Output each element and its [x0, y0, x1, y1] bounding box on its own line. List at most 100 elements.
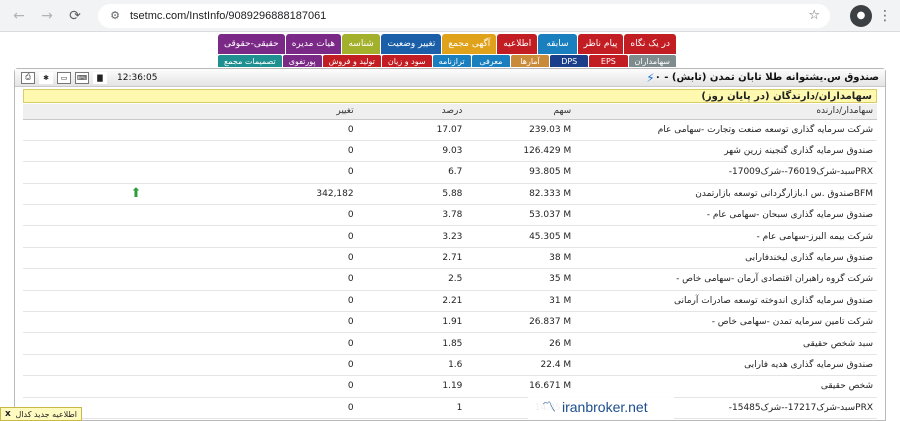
clock-time: 12:36:05 — [117, 72, 158, 83]
address-bar[interactable]: ⚙ tsetmc.com/InstInfo/9089296888187061 ☆ — [98, 3, 830, 28]
table-row[interactable]: 0 6.7 93.805 M PRXسبد-شرک76019--شرک17009- — [23, 161, 877, 184]
table-row[interactable]: 0 2.21 31 M صندوق سرمایه گذاری اندوخته توسع… — [23, 290, 877, 313]
table-row[interactable]: 0 1.85 26 M سبد شخص حقیقی — [23, 332, 877, 355]
cell-change: 0 — [248, 290, 358, 313]
tab-tabs_bottom-3[interactable]: آمارها — [510, 55, 550, 67]
table-row[interactable]: 0 9.03 126.429 M صندوق سرمایه گذاری گنجینه … — [23, 140, 877, 163]
cell-percent: 1.19 — [357, 375, 467, 398]
table-row[interactable]: 0 17.07 239.03 M شرکت سرمایه گذاری توسعه صن… — [23, 119, 877, 141]
tab-tabs_bottom-4[interactable]: معرفی — [471, 55, 510, 67]
lightning-icon: ⚡ — [646, 70, 655, 85]
shareholders-section: سهامداران/دارندگان (در پایان روز) تغییر … — [23, 89, 877, 419]
cell-change: 0 — [248, 332, 358, 355]
cell-percent: 3.23 — [357, 225, 467, 248]
cell-holder: صندوق سرمایه گذاری اندوخته توسعه صادرات … — [575, 290, 877, 313]
bookmark-star-icon[interactable]: ☆ — [808, 8, 820, 23]
notification-text[interactable]: اطلاعیه جدید کدال — [15, 410, 77, 419]
tab-tabs_top-7[interactable]: هیات مدیره — [285, 34, 341, 54]
header-percent: درصد — [357, 104, 467, 120]
table-row[interactable]: 0 3.78 53.037 M صندوق سرمایه گذاری سبحان -س… — [23, 204, 877, 227]
tab-tabs_bottom-6[interactable]: سود و زیان — [381, 55, 432, 67]
cell-holder: صندوق سرمایه گذاری لیخندفارابی — [575, 247, 877, 270]
cell-percent: 1.85 — [357, 332, 467, 355]
table-row[interactable]: 0 1.91 26.837 M شرکت تامین سرمایه تمدن -سها… — [23, 311, 877, 334]
cell-shares: 53.037 M — [466, 204, 576, 227]
table-row[interactable]: 0 1.6 22.4 M صندوق سرمایه گذاری هدیه فارابی — [23, 354, 877, 377]
chart-icon[interactable]: ▇ — [93, 71, 107, 84]
table-row[interactable]: 0114.05 MPRXسبد-شرک17217--شرک15485- — [23, 397, 877, 419]
tab-tabs_top-1[interactable]: پیام ناظر — [577, 34, 624, 54]
tab-tabs_bottom-5[interactable]: ترازنامه — [432, 55, 471, 67]
table-row[interactable]: 0 2.71 38 M صندوق سرمایه گذاری لیخندفارابی — [23, 247, 877, 270]
tab-tabs_top-5[interactable]: تغییر وضعیت — [381, 34, 442, 54]
cell-holder: سبد شخص حقیقی — [575, 332, 877, 355]
keyboard-icon[interactable]: ⌨ — [75, 71, 89, 84]
cell-holder: PRXسبد-شرک76019--شرک17009- — [575, 161, 877, 184]
close-icon[interactable]: x — [5, 409, 11, 419]
cell-change: 342,182 — [248, 183, 358, 206]
cell-shares: 82.333 M — [466, 183, 576, 206]
tab-tabs_top-4[interactable]: آگهی مجمع — [442, 34, 497, 54]
cell-holder: شرکت بیمه البرز-سهامی عام - — [575, 225, 877, 248]
panel-toolbar: ⎙ ✱ ▭ ⌨ ▇ 12:36:05 — [21, 71, 158, 84]
cell-percent: 5.88 — [357, 183, 467, 206]
cell-percent: 1 — [357, 397, 467, 419]
cell-change: 0 — [248, 119, 358, 141]
cell-trend — [23, 204, 249, 227]
tab-tabs_bottom-2[interactable]: DPS — [550, 55, 589, 67]
cell-trend: ⬆ — [23, 183, 249, 206]
cell-trend — [23, 225, 249, 248]
cell-shares: 45.305 M — [466, 225, 576, 248]
cell-trend — [23, 119, 249, 141]
cell-trend — [23, 311, 249, 334]
tab-tabs_bottom-7[interactable]: تولید و فروش — [322, 55, 381, 67]
tab-tabs_top-2[interactable]: سابقه — [538, 34, 577, 54]
tabs-row-top: در یک نگاه پیام ناظر سابقه اطلاعیه آگهی مجمع… — [218, 34, 676, 54]
cell-change: 0 — [248, 140, 358, 163]
browser-toolbar: ← → ⟳ ⚙ tsetmc.com/InstInfo/908929688818… — [0, 0, 900, 32]
section-title: سهامداران/دارندگان (در پایان روز) — [23, 89, 877, 103]
cell-change: 0 — [248, 375, 358, 398]
cell-trend — [23, 354, 249, 377]
cell-percent: 3.78 — [357, 204, 467, 227]
printer-icon[interactable]: ⎙ — [21, 71, 35, 84]
cell-percent: 17.07 — [357, 119, 467, 141]
cell-percent: 2.5 — [357, 268, 467, 291]
network-icon[interactable]: ✱ — [39, 71, 53, 84]
tab-tabs_top-6[interactable]: شناسه — [341, 34, 381, 54]
forward-arrow-icon[interactable]: → — [36, 5, 58, 27]
table-row[interactable]: ⬆ 342,182 5.88 82.333 M BFMصندوق .س ا.بازارگ… — [23, 183, 877, 206]
cell-change: 0 — [248, 397, 358, 419]
cell-percent: 2.21 — [357, 290, 467, 313]
tab-tabs_top-0[interactable]: در یک نگاه — [624, 34, 676, 54]
back-arrow-icon[interactable]: ← — [8, 5, 30, 27]
reload-icon[interactable]: ⟳ — [64, 5, 86, 27]
profile-avatar-icon[interactable]: ● — [850, 4, 872, 27]
cell-change: 0 — [248, 225, 358, 248]
cell-percent: 6.7 — [357, 161, 467, 184]
tab-tabs_bottom-0[interactable]: سهامداران — [628, 55, 676, 67]
tab-tabs_top-3[interactable]: اطلاعیه — [497, 34, 538, 54]
tabs-row-bottom: سهامداران EPS DPS آمارها معرفی ترازنامه سود و … — [218, 55, 676, 67]
cell-shares: 31 M — [466, 290, 576, 313]
instrument-tabs: در یک نگاه پیام ناظر سابقه اطلاعیه آگهی مجمع… — [218, 34, 676, 68]
codal-notification[interactable]: اطلاعیه جدید کدال x — [0, 407, 82, 421]
table-row[interactable]: 0 1.19 16.671 M شخص حقیقی — [23, 375, 877, 398]
menu-dots-icon[interactable]: ⋮ — [878, 8, 892, 24]
cell-change: 0 — [248, 161, 358, 184]
cell-holder: BFMصندوق .س ا.بازارگردانی توسعه بازارتمد… — [575, 183, 877, 206]
cell-holder: شرکت تامین سرمایه تمدن -سهامی خاص - — [575, 311, 877, 334]
header-shares: سهم — [466, 104, 576, 120]
url-text[interactable]: tsetmc.com/InstInfo/9089296888187061 — [130, 10, 800, 22]
window-icon[interactable]: ▭ — [57, 71, 71, 84]
tab-tabs_bottom-8[interactable]: پورتفوی — [282, 55, 322, 67]
table-row[interactable]: 0 3.23 45.305 M شرکت بیمه البرز-سهامی عام - — [23, 225, 877, 248]
cell-percent: 1.6 — [357, 354, 467, 377]
table-row[interactable]: 0 2.5 35 M شرکت گروه راهبران اقتصادی آرمان … — [23, 268, 877, 291]
tab-tabs_bottom-1[interactable]: EPS — [589, 55, 628, 67]
cell-change: 0 — [248, 204, 358, 227]
tab-tabs_bottom-9[interactable]: تصمیمات مجمع — [218, 55, 282, 67]
site-info-icon[interactable]: ⚙ — [108, 9, 122, 23]
up-arrow-icon: ⬆ — [130, 186, 142, 202]
tab-tabs_top-8[interactable]: حقیقی-حقوقی — [218, 34, 285, 54]
